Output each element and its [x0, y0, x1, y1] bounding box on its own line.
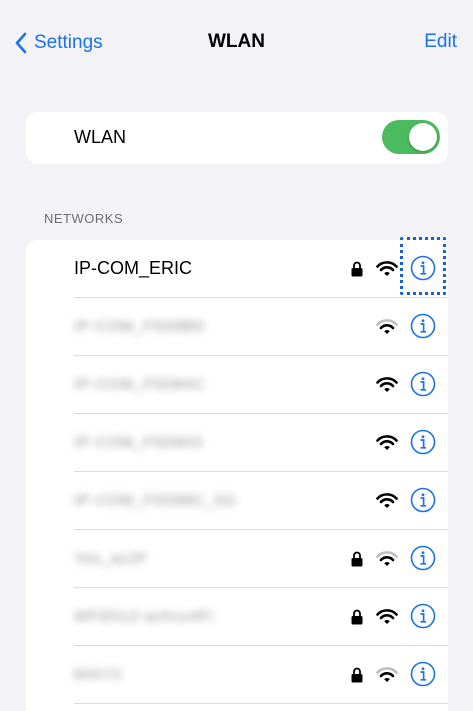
network-row[interactable]: IP-COM_F5D8B0 [26, 298, 448, 356]
info-icon[interactable] [410, 255, 436, 281]
wlan-toggle-card: WLAN [26, 112, 448, 164]
network-name: 84A72 [74, 666, 123, 683]
networks-list: IP-COM_ERIC IP-COM_F5D8B0 IP-COM_F5D84C IP-… [26, 237, 448, 711]
wifi-icon [376, 492, 398, 510]
back-button[interactable]: Settings [14, 28, 103, 58]
network-name: IP-COM_F5D843 [74, 434, 203, 451]
navigation-bar: Settings WLAN Edit [0, 0, 473, 90]
wifi-icon [376, 260, 398, 278]
network-name: IP-COM_F5D8B0 [74, 318, 205, 335]
network-name: IP-COM_F5D84C [74, 376, 206, 393]
network-name: IP-COM_ERIC [74, 258, 193, 278]
network-row[interactable]: 84A72 [26, 646, 448, 704]
info-icon[interactable] [410, 661, 436, 687]
network-name: IP-COM_F5D88C_5G [74, 492, 237, 509]
row-separator [74, 703, 448, 704]
edit-button[interactable]: Edit [424, 31, 457, 53]
networks-section-header: NETWORKS [44, 211, 124, 226]
wifi-icon [376, 376, 398, 394]
info-icon[interactable] [410, 429, 436, 455]
info-icon[interactable] [410, 371, 436, 397]
network-row[interactable]: IP-COM_F5D84C [26, 356, 448, 414]
wifi-icon [376, 318, 398, 336]
network-row[interactable]: WFD512-achcu4Fi [26, 588, 448, 646]
lock-icon [351, 667, 363, 683]
info-icon[interactable] [410, 313, 436, 339]
wifi-icon [376, 608, 398, 626]
network-name: Yes_ac2F [74, 550, 149, 567]
network-row[interactable]: Yes_ac2F [26, 530, 448, 588]
network-row[interactable]: IP-COM_ERIC [26, 237, 448, 298]
toggle-knob [409, 123, 437, 151]
wlan-label: WLAN [74, 127, 127, 147]
wifi-icon [376, 666, 398, 684]
chevron-left-icon [15, 32, 27, 54]
network-row[interactable]: IP-COM_F5D88C_5G [26, 472, 448, 530]
back-button-label: Settings [34, 32, 103, 53]
wifi-icon [376, 434, 398, 452]
lock-icon [351, 609, 363, 625]
info-icon[interactable] [410, 487, 436, 513]
lock-icon [351, 551, 363, 567]
lock-icon [351, 261, 363, 277]
info-icon[interactable] [410, 545, 436, 571]
wifi-icon [376, 550, 398, 568]
network-row[interactable]: IP-COM_F5D843 [26, 414, 448, 472]
network-name: WFD512-achcu4Fi [74, 608, 215, 625]
wlan-toggle-switch[interactable] [382, 120, 440, 154]
info-icon[interactable] [410, 603, 436, 629]
